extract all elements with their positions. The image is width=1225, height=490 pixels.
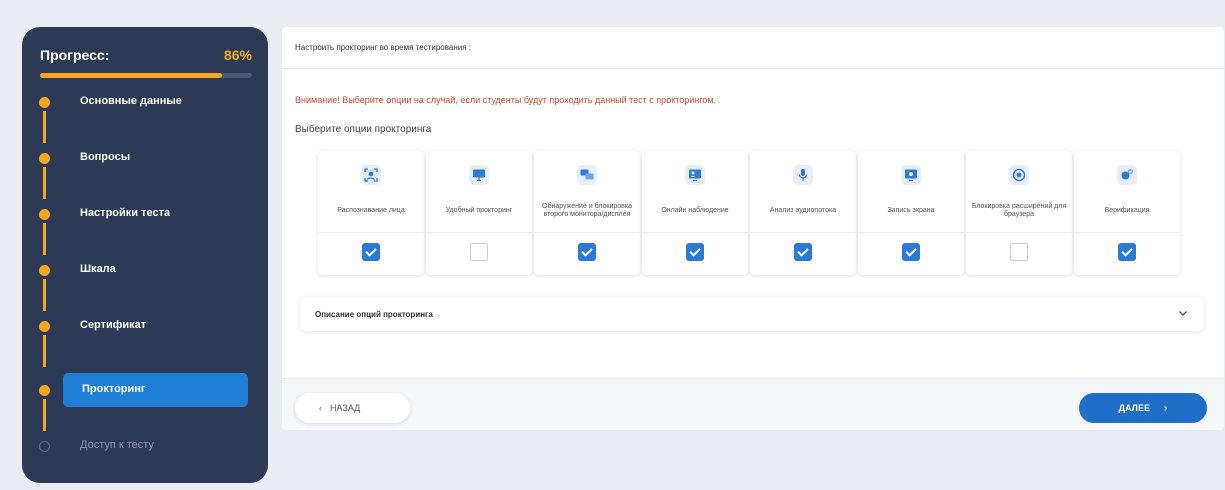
browser-block-icon [1009,165,1029,185]
step-connector [43,167,46,199]
back-button[interactable]: ‹ НАЗАД [295,393,410,423]
option-second-monitor-block[interactable]: Обнаружение и блокировка второго монитор… [534,151,640,275]
option-label: Онлайн наблюдение [661,206,729,214]
chevron-right-icon: › [1164,402,1168,414]
proctoring-options: Распознавание лица Удобный прокторинг Об… [318,151,1182,277]
step-label: Прокторинг [82,383,146,395]
option-label: Распознавание лица [337,206,405,214]
option-divider [750,232,856,233]
option-browser-extension-block[interactable]: Блокировка расширений для браузера [966,151,1072,275]
next-button-label: ДАЛЕЕ [1118,403,1150,413]
option-verification[interactable]: Верификация [1074,151,1180,275]
option-divider [426,232,532,233]
step-scale[interactable]: Шкала [22,253,268,311]
step-label: Вопросы [80,151,131,163]
step-proctoring[interactable]: Прокторинг [22,373,268,431]
step-dot [39,153,50,164]
option-face-recognition[interactable]: Распознавание лица [318,151,424,275]
option-divider [318,232,424,233]
step-label: Доступ к тесту [80,439,154,451]
option-checkbox[interactable] [470,243,488,261]
step-label: Шкала [80,263,116,275]
back-button-label: НАЗАД [330,403,361,413]
step-questions[interactable]: Вопросы [22,141,268,199]
option-convenient-proctoring[interactable]: Удобный прокторинг [426,151,532,275]
option-checkbox[interactable] [902,243,920,261]
option-divider [642,232,748,233]
accordion-label: Описание опций прокторинга [315,310,433,319]
step-dot [39,209,50,220]
option-screen-recording[interactable]: Запись экрана [858,151,964,275]
option-audio-analysis[interactable]: Анализ аудиопотока [750,151,856,275]
warning-message: Внимание! Выберите опции на случай, если… [295,95,717,105]
option-label: Удобный прокторинг [445,206,513,214]
step-dot [39,97,50,108]
step-dot [39,321,50,332]
option-checkbox[interactable] [578,243,596,261]
online-monitoring-icon [685,165,705,185]
step-dot [39,385,50,396]
panel-title: Настроить прокторинг во время тестирован… [282,27,1224,69]
step-test-access[interactable]: Доступ к тесту [22,429,268,463]
option-online-monitoring[interactable]: Онлайн наблюдение [642,151,748,275]
option-divider [534,232,640,233]
progress-header: Прогресс: 86% [40,47,252,67]
progress-bar [40,73,252,78]
option-checkbox[interactable] [362,243,380,261]
verification-icon [1117,165,1137,185]
wizard-footer: ‹ НАЗАД ДАЛЕЕ › [282,378,1224,430]
step-dot [39,441,50,452]
option-label: Обнаружение и блокировка второго монитор… [542,202,632,218]
proctoring-panel: Настроить прокторинг во время тестирован… [282,27,1224,430]
step-connector [43,223,46,255]
step-label: Сертификат [80,319,147,331]
option-checkbox[interactable] [794,243,812,261]
options-description-accordion[interactable]: Описание опций прокторинга [300,297,1204,331]
progress-percent: 86% [223,47,252,63]
microphone-icon [793,165,813,185]
option-label: Запись экрана [887,206,935,214]
dual-monitor-icon [577,165,597,185]
wizard-sidebar: Прогресс: 86% Основные данные Вопросы На… [22,27,268,483]
step-test-settings[interactable]: Настройки теста [22,197,268,255]
screen-record-icon [901,165,921,185]
option-divider [966,232,1072,233]
option-label: Блокировка расширений для браузера [971,202,1067,218]
step-connector [43,399,46,431]
option-checkbox[interactable] [1118,243,1136,261]
step-connector [43,335,46,367]
step-label: Настройки теста [80,207,171,219]
options-subtitle: Выберите опции прокторинга [295,124,432,135]
monitor-icon [469,165,489,185]
step-basic-data[interactable]: Основные данные [22,85,268,143]
step-dot [39,265,50,276]
chevron-left-icon: ‹ [319,403,322,413]
progress-label: Прогресс: [40,47,110,63]
step-certificate[interactable]: Сертификат [22,309,268,367]
step-connector [43,111,46,143]
face-scan-icon [361,165,381,185]
next-button[interactable]: ДАЛЕЕ › [1079,393,1207,423]
step-label: Основные данные [80,95,182,107]
option-checkbox[interactable] [686,243,704,261]
option-divider [858,232,964,233]
chevron-down-icon[interactable] [1176,306,1190,320]
option-divider [1074,232,1180,233]
option-checkbox[interactable] [1010,243,1028,261]
step-connector [43,279,46,311]
option-label: Анализ аудиопотока [769,206,837,214]
option-label: Верификация [1104,206,1150,214]
progress-bar-fill [40,73,223,78]
